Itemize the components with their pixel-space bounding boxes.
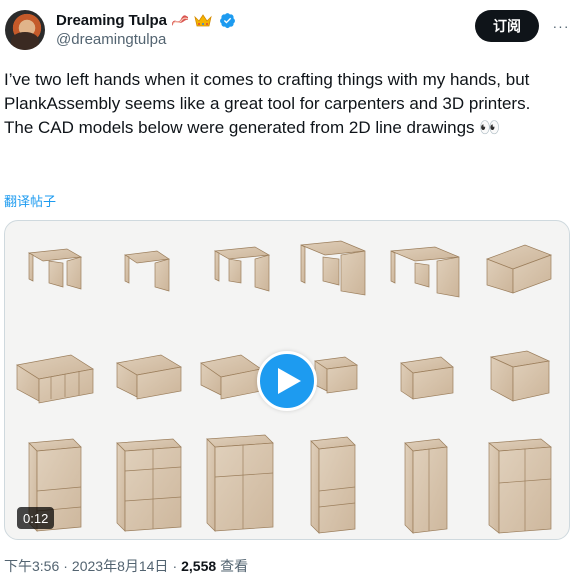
video-player[interactable]: 0:12: [4, 220, 570, 540]
author-name-row: Dreaming Tulpa: [56, 11, 236, 29]
video-duration-badge: 0:12: [17, 507, 55, 529]
tweet-text: I’ve two left hands when it comes to cra…: [4, 70, 531, 137]
verified-badge-icon: [216, 12, 236, 29]
views-count: 2,558: [181, 558, 217, 574]
tweet-meta: 下午3:56 · 2023年8月14日 · 2,558 查看: [4, 556, 248, 576]
author-display-name[interactable]: Dreaming Tulpa: [56, 12, 167, 29]
subscribe-button[interactable]: 订阅: [475, 10, 539, 42]
avatar[interactable]: [5, 10, 45, 50]
views-label: 查看: [220, 558, 249, 574]
play-button[interactable]: [257, 351, 317, 411]
more-options-icon[interactable]: ···: [549, 14, 573, 38]
bacon-emoji-icon: [171, 14, 189, 26]
crown-emoji-icon: [193, 13, 212, 27]
tweet-header: Dreaming Tulpa @dreamingtulpa 订阅 ···: [0, 0, 575, 58]
tweet-date[interactable]: 2023年8月14日: [72, 556, 169, 576]
meta-separator: ·: [172, 558, 178, 574]
author-handle[interactable]: @dreamingtulpa: [56, 31, 166, 48]
play-icon: [278, 368, 301, 394]
tweet-time[interactable]: 下午3:56: [4, 556, 59, 576]
meta-separator: ·: [63, 558, 68, 574]
translate-post-link[interactable]: 翻译帖子: [4, 191, 56, 210]
